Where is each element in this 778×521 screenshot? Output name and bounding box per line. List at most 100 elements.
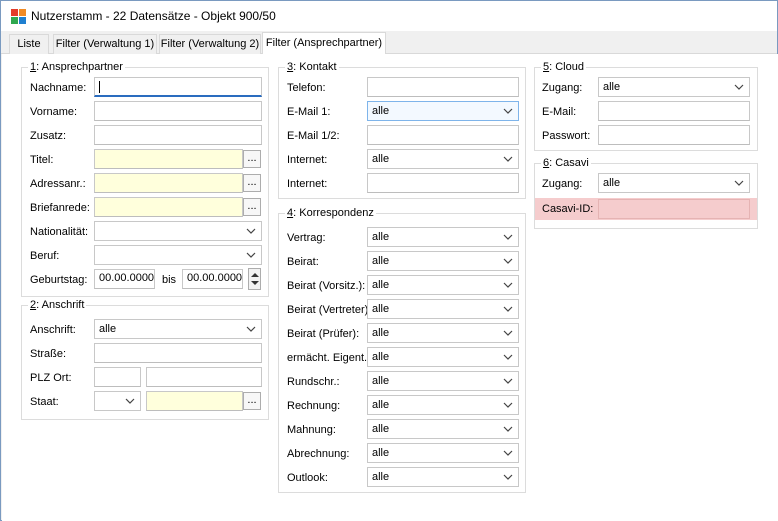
- korrespondenz-select[interactable]: alle: [367, 467, 519, 487]
- vorname-input[interactable]: [94, 101, 262, 121]
- chevron-down-icon: [503, 330, 513, 336]
- titel-label: Titel:: [30, 154, 54, 166]
- select-value: alle: [603, 81, 621, 93]
- chevron-down-icon: [503, 378, 513, 384]
- staat-select[interactable]: [94, 391, 141, 411]
- korrespondenz-label: Beirat (Prüfer):: [287, 328, 360, 340]
- spin-down-icon[interactable]: [251, 281, 259, 285]
- group-anschrift: 2: Anschrift Anschrift: alle Straße: PLZ…: [21, 299, 269, 420]
- korrespondenz-select[interactable]: alle: [367, 371, 519, 391]
- chevron-down-icon: [503, 474, 513, 480]
- adressanr-label: Adressanr.:: [30, 178, 86, 190]
- korrespondenz-select[interactable]: alle: [367, 275, 519, 295]
- internet-select[interactable]: alle: [367, 149, 519, 169]
- email12-input[interactable]: [367, 125, 519, 145]
- tab-label: Filter (Verwaltung 2): [160, 38, 260, 50]
- chevron-down-icon: [503, 402, 513, 408]
- beruf-select[interactable]: [94, 245, 262, 265]
- ort-input[interactable]: [146, 367, 262, 387]
- select-value: alle: [372, 255, 390, 267]
- cloud-passwort-input[interactable]: [598, 125, 750, 145]
- chevron-down-icon: [503, 258, 513, 264]
- staat-lookup-button[interactable]: ...: [243, 392, 261, 410]
- telefon-label: Telefon:: [287, 82, 326, 94]
- group-title: 6: Casavi: [541, 157, 591, 169]
- vorname-label: Vorname:: [30, 106, 78, 118]
- select-value: alle: [372, 399, 390, 411]
- select-value: alle: [372, 447, 390, 459]
- group-casavi: 6: Casavi Zugang: alle Casavi-ID:: [534, 157, 758, 229]
- korrespondenz-select[interactable]: alle: [367, 227, 519, 247]
- korrespondenz-label: Beirat:: [287, 256, 319, 268]
- group-title: 1: Ansprechpartner: [28, 61, 125, 73]
- internet1-label: Internet:: [287, 154, 328, 166]
- plz-input[interactable]: [94, 367, 141, 387]
- date-spinner[interactable]: [248, 268, 261, 290]
- korrespondenz-label: Mahnung:: [287, 424, 336, 436]
- chevron-down-icon: [734, 84, 744, 90]
- cloud-zugang-select[interactable]: alle: [598, 77, 750, 97]
- casavi-id-input[interactable]: [598, 199, 750, 219]
- select-value: alle: [372, 153, 390, 165]
- tab-label: Filter (Ansprechpartner): [265, 37, 383, 49]
- briefanrede-label: Briefanrede:: [30, 202, 90, 214]
- plzort-label: PLZ Ort:: [30, 372, 72, 384]
- select-value: alle: [99, 323, 117, 335]
- chevron-down-icon: [125, 398, 135, 404]
- beruf-label: Beruf:: [30, 250, 60, 262]
- casavi-zugang-label: Zugang:: [542, 178, 583, 190]
- adressanr-lookup-button[interactable]: ...: [243, 174, 261, 192]
- nachname-label: Nachname:: [30, 82, 87, 94]
- casavi-id-label: Casavi-ID:: [542, 203, 594, 215]
- staat-name-input[interactable]: [146, 391, 243, 411]
- group-title: 5: Cloud: [541, 61, 586, 73]
- select-value: alle: [372, 471, 390, 483]
- tab-filter-verwaltung-1[interactable]: Filter (Verwaltung 1): [53, 34, 157, 54]
- window-title: Nutzerstamm - 22 Datensätze - Objekt 900…: [31, 9, 276, 23]
- adressanr-input[interactable]: [94, 173, 243, 193]
- geburtstag-to-input[interactable]: 00.00.0000: [182, 269, 243, 289]
- casavi-zugang-select[interactable]: alle: [598, 173, 750, 193]
- titel-input[interactable]: [94, 149, 243, 169]
- tab-liste[interactable]: Liste: [9, 34, 49, 54]
- chevron-down-icon: [246, 252, 256, 258]
- nachname-input[interactable]: [94, 77, 262, 97]
- chevron-down-icon: [503, 156, 513, 162]
- korrespondenz-select[interactable]: alle: [367, 395, 519, 415]
- zusatz-label: Zusatz:: [30, 130, 67, 142]
- group-title: 2: Anschrift: [28, 299, 87, 311]
- korrespondenz-label: Vertrag:: [287, 232, 326, 244]
- zusatz-input[interactable]: [94, 125, 262, 145]
- spin-up-icon[interactable]: [251, 273, 259, 277]
- tab-filter-verwaltung-2[interactable]: Filter (Verwaltung 2): [159, 34, 261, 54]
- geburtstag-from-input[interactable]: 00.00.0000: [94, 269, 155, 289]
- anschrift-select[interactable]: alle: [94, 319, 262, 339]
- korrespondenz-select[interactable]: alle: [367, 347, 519, 367]
- korrespondenz-select[interactable]: alle: [367, 299, 519, 319]
- email1-select[interactable]: alle: [367, 101, 519, 121]
- group-cloud: 5: Cloud Zugang: alle E-Mail: Passwort:: [534, 61, 758, 151]
- briefanrede-lookup-button[interactable]: ...: [243, 198, 261, 216]
- korrespondenz-select[interactable]: alle: [367, 323, 519, 343]
- select-value: alle: [372, 279, 390, 291]
- chevron-down-icon: [734, 180, 744, 186]
- internet-input[interactable]: [367, 173, 519, 193]
- chevron-down-icon: [503, 234, 513, 240]
- telefon-input[interactable]: [367, 77, 519, 97]
- korrespondenz-select[interactable]: alle: [367, 419, 519, 439]
- nationalitaet-select[interactable]: [94, 221, 262, 241]
- cloud-email-input[interactable]: [598, 101, 750, 121]
- select-value: alle: [372, 231, 390, 243]
- korrespondenz-select[interactable]: alle: [367, 251, 519, 271]
- briefanrede-input[interactable]: [94, 197, 243, 217]
- anschrift-label: Anschrift:: [30, 324, 76, 336]
- strasse-input[interactable]: [94, 343, 262, 363]
- select-value: alle: [372, 105, 390, 117]
- cloud-passwort-label: Passwort:: [542, 130, 591, 142]
- korrespondenz-label: ermächt. Eigent.:: [287, 352, 371, 364]
- korrespondenz-select[interactable]: alle: [367, 443, 519, 463]
- geburtstag-label: Geburtstag:: [30, 274, 88, 286]
- korrespondenz-label: Beirat (Vorsitz.):: [287, 280, 366, 292]
- titel-lookup-button[interactable]: ...: [243, 150, 261, 168]
- tab-filter-ansprechpartner[interactable]: Filter (Ansprechpartner): [262, 32, 386, 55]
